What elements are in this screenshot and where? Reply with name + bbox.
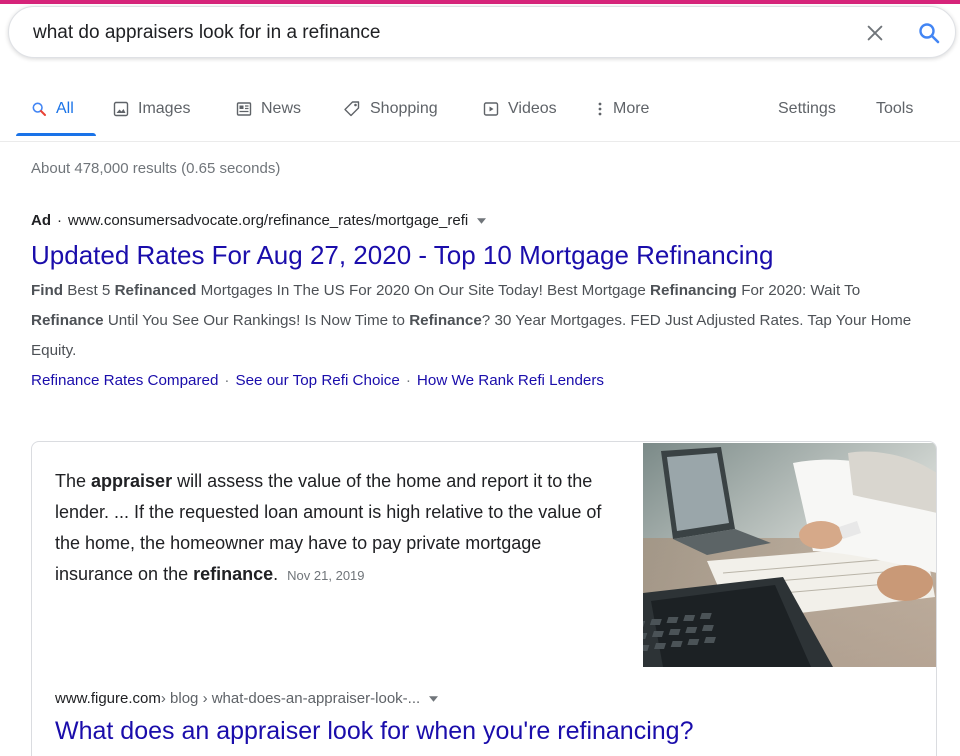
more-vertical-icon bbox=[598, 102, 602, 116]
featured-snippet-card: The appraiser will assess the value of t… bbox=[31, 441, 937, 756]
tab-videos[interactable]: Videos bbox=[483, 96, 557, 122]
result-stats: About 478,000 results (0.65 seconds) bbox=[31, 160, 281, 177]
source-breadcrumb: › blog › what-does-an-appraiser-look-... bbox=[160, 690, 421, 707]
emphasized-text: Refinance bbox=[31, 312, 104, 329]
featured-snippet-text: The appraiser will assess the value of t… bbox=[55, 466, 615, 591]
play-icon bbox=[483, 102, 499, 116]
tab-label: News bbox=[261, 100, 302, 117]
ad-sitelinks: Refinance Rates Compared · See our Top Ref… bbox=[31, 366, 941, 396]
text-segment: The bbox=[55, 471, 92, 491]
snippet-thumbnail-image[interactable] bbox=[643, 443, 937, 667]
tools-link[interactable]: Tools bbox=[876, 96, 913, 122]
ad-result: Ad · www.consumersadvocate.org/refinance… bbox=[31, 212, 941, 396]
tag-icon bbox=[344, 101, 360, 117]
text-segment: Best 5 bbox=[63, 282, 115, 299]
emphasized-text: Find bbox=[31, 282, 64, 299]
settings-link[interactable]: Settings bbox=[778, 96, 836, 122]
sitelink-separator: · bbox=[405, 372, 411, 389]
search-icon[interactable] bbox=[917, 21, 941, 45]
ad-title-link[interactable]: Updated Rates For Aug 27, 2020 - Top 10 … bbox=[31, 239, 941, 271]
emphasized-text: Refinanced bbox=[114, 282, 197, 299]
snippet-date: Nov 21, 2019 bbox=[287, 568, 365, 583]
tab-label: All bbox=[56, 100, 74, 117]
text-segment: . bbox=[273, 564, 279, 584]
search-bar[interactable] bbox=[8, 6, 956, 58]
tab-label: More bbox=[613, 100, 650, 117]
ad-sitelink[interactable]: See our Top Refi Choice bbox=[235, 372, 399, 389]
tab-images[interactable]: Images bbox=[113, 96, 190, 122]
sitelink-separator: · bbox=[224, 372, 230, 389]
tab-label: Images bbox=[138, 100, 191, 117]
tools-label: Tools bbox=[876, 100, 914, 117]
ad-description: Find Best 5 Refinanced Mortgages In The … bbox=[31, 276, 936, 366]
ad-url[interactable]: www.consumersadvocate.org/refinance_rate… bbox=[68, 212, 468, 229]
search-tabs: All Images News Shopping Videos More Set… bbox=[0, 84, 960, 136]
settings-label: Settings bbox=[778, 100, 836, 117]
close-icon[interactable] bbox=[864, 22, 886, 44]
tab-more[interactable]: More bbox=[597, 96, 649, 122]
emphasized-text: Refinance bbox=[409, 312, 482, 329]
emphasized-text: Refinancing bbox=[650, 282, 737, 299]
tab-label: Videos bbox=[508, 100, 557, 117]
image-icon bbox=[113, 101, 129, 117]
caret-down-icon[interactable] bbox=[477, 217, 487, 224]
browser-top-strip bbox=[0, 0, 960, 4]
search-input[interactable] bbox=[33, 19, 813, 47]
caret-down-icon[interactable] bbox=[429, 695, 439, 702]
emphasized-text: refinance bbox=[193, 564, 274, 584]
ad-separator: · bbox=[57, 212, 62, 229]
tabs-divider bbox=[0, 141, 960, 142]
tab-label: Shopping bbox=[370, 100, 438, 117]
tab-shopping[interactable]: Shopping bbox=[343, 96, 438, 122]
emphasized-text: appraiser bbox=[91, 471, 173, 491]
text-segment: For 2020: Wait To bbox=[736, 282, 861, 299]
text-segment: Mortgages In The US For 2020 On Our Site… bbox=[196, 282, 651, 299]
ad-sitelink[interactable]: How We Rank Refi Lenders bbox=[417, 372, 604, 389]
tab-news[interactable]: News bbox=[236, 96, 301, 122]
news-icon bbox=[236, 102, 252, 116]
ad-url-line: Ad · www.consumersadvocate.org/refinance… bbox=[31, 212, 941, 229]
ad-sitelink[interactable]: Refinance Rates Compared bbox=[31, 372, 218, 389]
search-icon bbox=[32, 102, 46, 116]
result-source[interactable]: www.figure.com › blog › what-does-an-app… bbox=[55, 690, 439, 707]
source-domain: www.figure.com bbox=[55, 690, 161, 707]
featured-result-title-link[interactable]: What does an appraiser look for when you… bbox=[55, 717, 693, 746]
text-segment: Until You See Our Rankings! Is Now Time … bbox=[103, 312, 410, 329]
active-tab-indicator bbox=[16, 133, 96, 136]
tab-all[interactable]: All bbox=[31, 96, 74, 122]
ad-label: Ad bbox=[31, 212, 51, 229]
